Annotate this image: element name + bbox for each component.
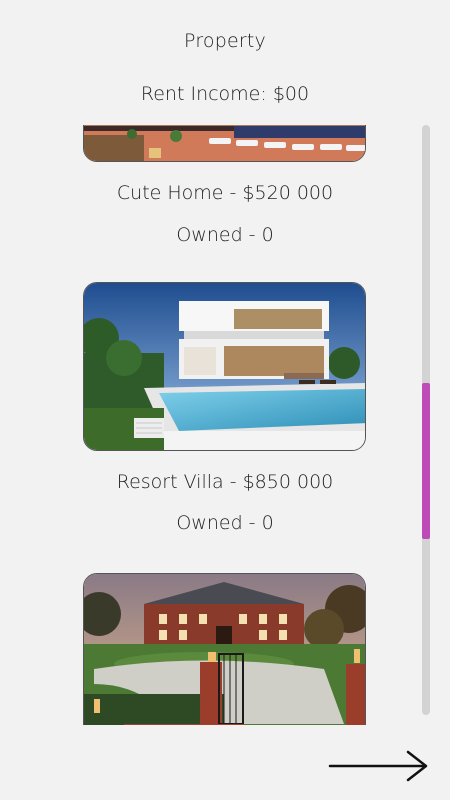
property-owned-count: Owned - 0: [176, 224, 274, 246]
rent-income-label: Rent Income: $00: [140, 83, 310, 105]
cute-home-photo: [84, 125, 365, 161]
right-arrow-icon: [328, 750, 428, 782]
property-name-price: Resort Villa - $850 000: [116, 471, 334, 493]
property-image-resort-villa[interactable]: [83, 282, 366, 451]
page-title: Property: [184, 30, 266, 52]
resort-villa-photo: [84, 283, 365, 450]
property-list[interactable]: Cute Home - $520 000 Owned - 0 Resort Vi…: [0, 125, 420, 725]
next-arrow-button[interactable]: [328, 748, 432, 784]
brick-mansion-photo: [84, 574, 365, 725]
property-owned-count: Owned - 0: [176, 512, 274, 534]
property-image-cute-home[interactable]: [83, 125, 366, 162]
scrollbar-track[interactable]: [422, 125, 430, 715]
property-name-price: Cute Home - $520 000: [116, 182, 334, 204]
property-image-mansion[interactable]: [83, 573, 366, 725]
scrollbar-thumb[interactable]: [422, 383, 430, 539]
